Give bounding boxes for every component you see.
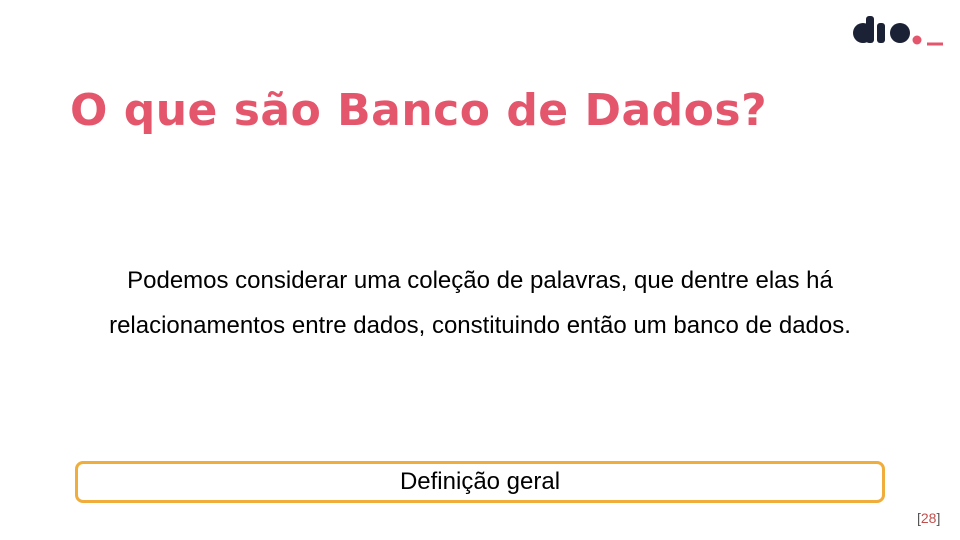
slide: O que são Banco de Dados? Podemos consid… (0, 0, 960, 540)
definition-label: Definição geral (399, 468, 561, 495)
slide-title: O que são Banco de Dados? (70, 85, 768, 136)
body-text: Podemos considerar uma coleção de palavr… (109, 267, 851, 339)
page-number: [28] (917, 510, 940, 526)
dio-logo (853, 16, 943, 46)
definition-box: Definição geral (75, 461, 885, 503)
page-number-value: 28 (920, 510, 937, 526)
page-number-close-bracket: ] (936, 510, 941, 526)
